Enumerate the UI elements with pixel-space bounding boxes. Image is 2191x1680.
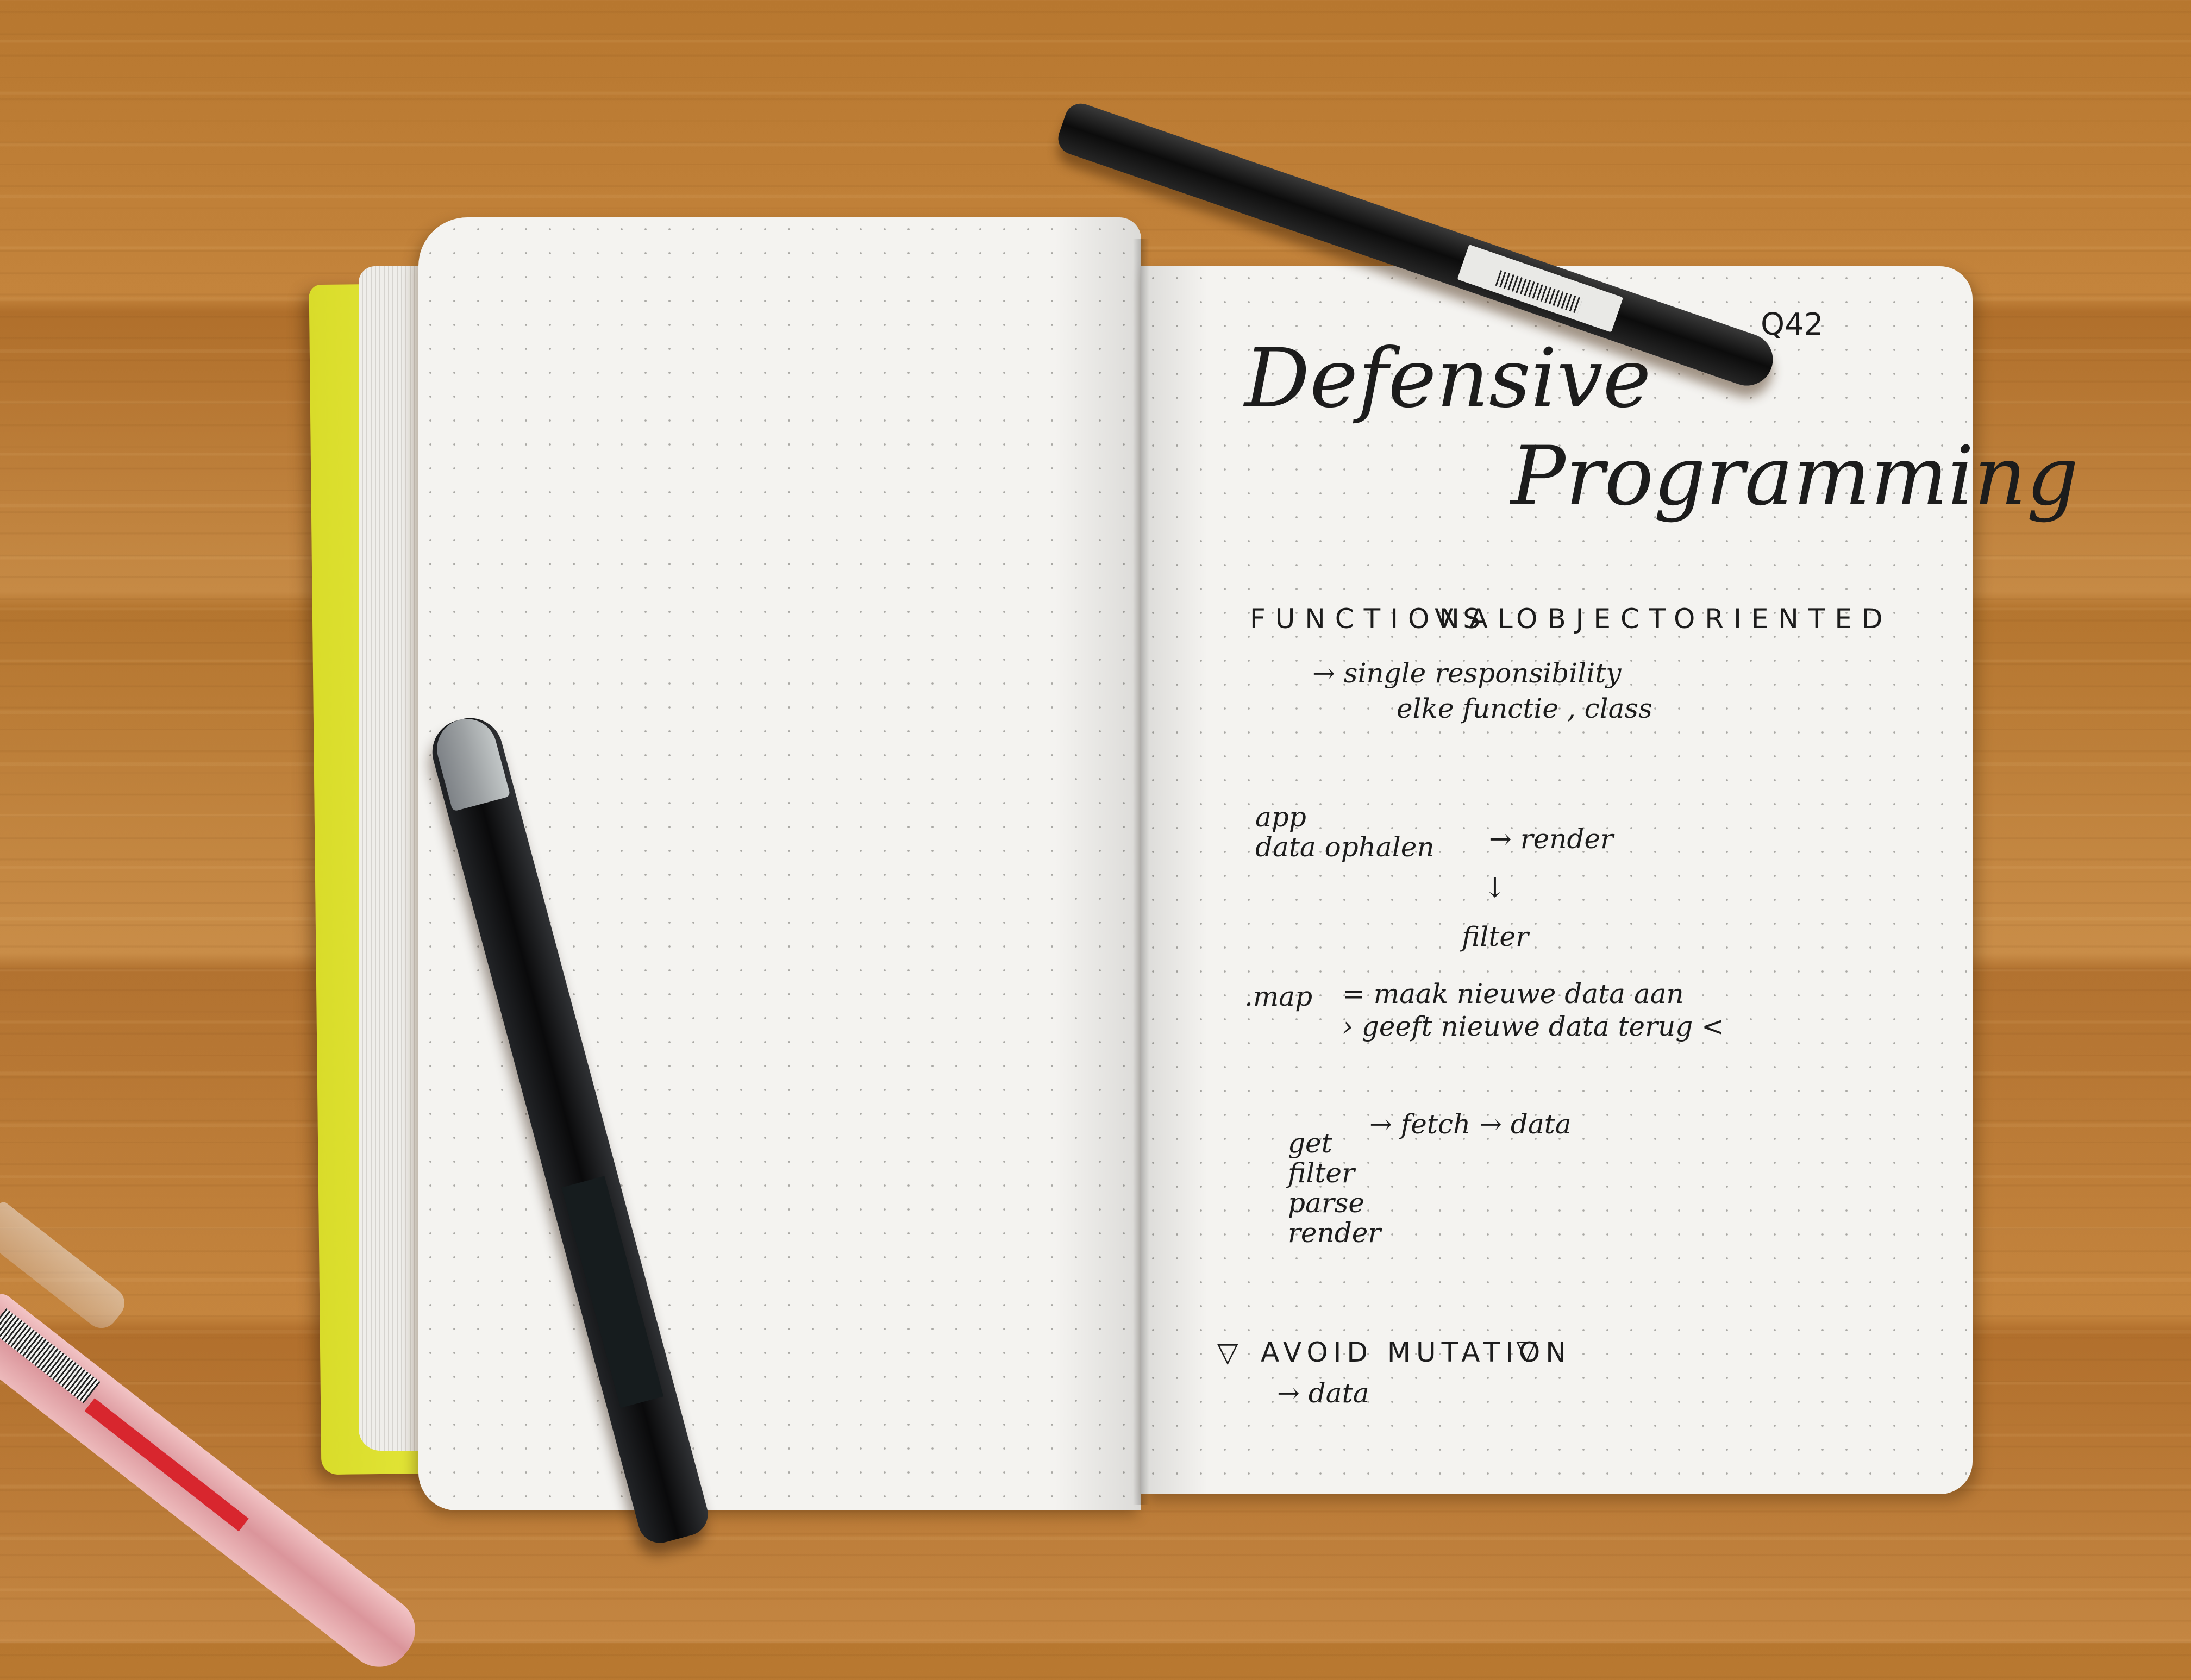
page-crease [1133,239,1149,1505]
note-maak-nieuwe-data: = maak nieuwe data aan [1342,978,1684,1010]
note-filter: filter [1462,921,1529,952]
note-vs: VS [1435,603,1490,635]
note-get: get [1288,1127,1332,1159]
title-line-2: Programming [1511,429,2079,524]
warning-triangle-icon-2: ▽ [1516,1334,1537,1365]
note-geeft-nieuwe-data: › geeft nieuwe data terug < [1342,1011,1725,1042]
page-number: Q42 [1761,307,1824,342]
warning-triangle-icon: ▽ [1217,1337,1238,1368]
note-render-arrow: → render [1489,823,1613,855]
note-filter-2: filter [1288,1157,1355,1189]
note-data-ophalen: data ophalen [1255,831,1435,863]
note-app: app [1255,801,1306,833]
note-elke-functie: elke functie , class [1397,693,1652,724]
note-map: .map [1244,981,1313,1012]
note-single-responsibility: → single responsibility [1312,657,1622,689]
note-fetch-data: → fetch → data [1369,1108,1572,1140]
down-arrow-icon: ↓ [1483,872,1506,904]
note-data-arrow: → data [1277,1377,1369,1409]
note-object: OBJECT [1516,603,1676,635]
note-parse: parse [1288,1187,1364,1219]
note-render: render [1288,1217,1381,1249]
title-line-1: Defensive [1244,331,1651,426]
note-oriented: ORIENTED [1674,603,1893,635]
